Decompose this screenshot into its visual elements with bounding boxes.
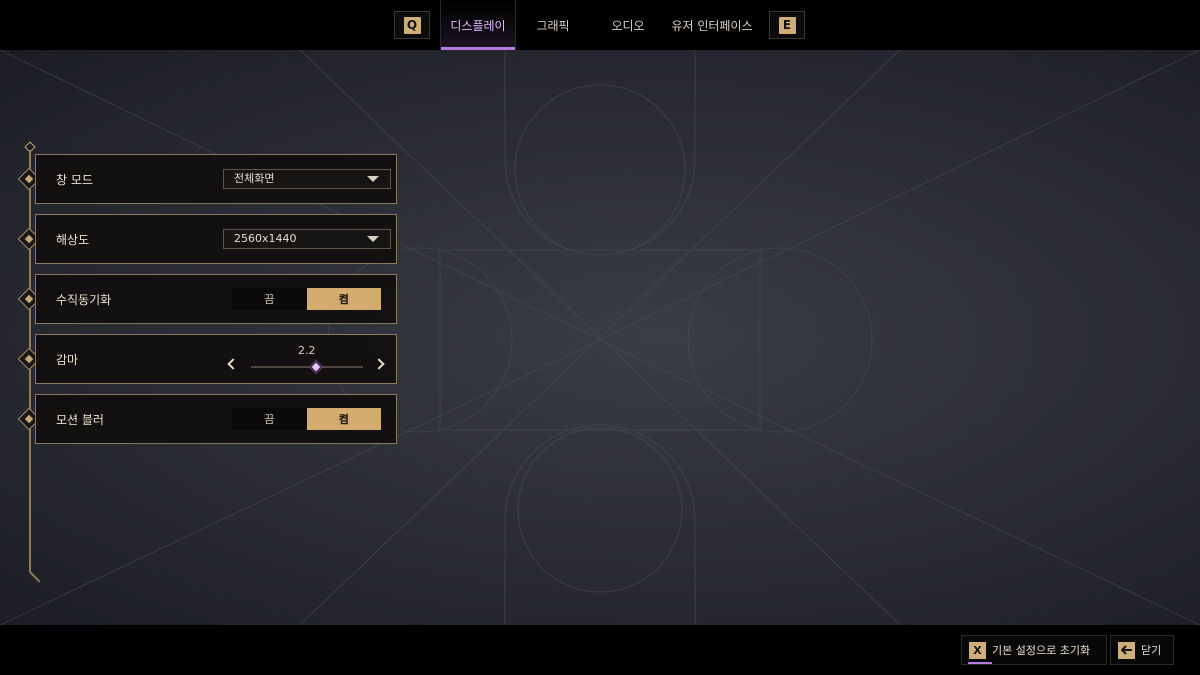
setting-label: 창 모드 bbox=[56, 173, 93, 187]
setting-row-gamma[interactable]: 감마 2.2 bbox=[35, 334, 397, 384]
gamma-value: 2.2 bbox=[298, 344, 316, 357]
next-tab-key-hint[interactable]: E bbox=[769, 11, 805, 39]
tab-display[interactable]: 디스플레이 bbox=[440, 0, 516, 50]
reset-label: 기본 설정으로 초기화 bbox=[992, 644, 1091, 657]
x-key-icon: X bbox=[969, 641, 986, 659]
setting-row-motion-blur[interactable]: 모션 블러 끔 켬 bbox=[35, 394, 397, 444]
toggle-on-option[interactable]: 켬 bbox=[306, 288, 381, 310]
dropdown-value: 전체화면 bbox=[234, 172, 275, 185]
dropdown-value: 2560x1440 bbox=[234, 232, 297, 245]
gamma-slider-track[interactable] bbox=[251, 366, 363, 368]
gamma-slider-thumb[interactable] bbox=[309, 359, 324, 375]
chevron-down-icon bbox=[367, 236, 379, 242]
toggle-on-option[interactable]: 켬 bbox=[306, 408, 381, 430]
chevron-right-icon[interactable] bbox=[373, 358, 385, 370]
tab-audio[interactable]: 오디오 bbox=[595, 0, 661, 50]
tab-label: 디스플레이 bbox=[450, 18, 506, 33]
key-underline bbox=[968, 662, 992, 664]
setting-row-vsync[interactable]: 수직동기화 끔 켬 bbox=[35, 274, 397, 324]
bottom-action-bar: X 기본 설정으로 초기화 닫기 bbox=[0, 625, 1200, 675]
setting-label: 감마 bbox=[56, 353, 79, 367]
top-nav-bar: Q 디스플레이 그래픽 오디오 유저 인터페이스 E bbox=[0, 0, 1200, 50]
vsync-toggle[interactable]: 끔 켬 bbox=[232, 288, 381, 310]
e-key-icon: E bbox=[778, 16, 796, 34]
setting-label: 모션 블러 bbox=[56, 413, 104, 427]
reset-defaults-button[interactable]: X 기본 설정으로 초기화 bbox=[961, 635, 1107, 665]
setting-row-resolution[interactable]: 해상도 2560x1440 bbox=[35, 214, 397, 264]
q-key-icon: Q bbox=[403, 16, 421, 34]
setting-label: 해상도 bbox=[56, 233, 90, 247]
chevron-down-icon bbox=[367, 176, 379, 182]
setting-row-window-mode[interactable]: 창 모드 전체화면 bbox=[35, 154, 397, 204]
arrow-left-icon bbox=[1118, 641, 1135, 659]
close-button[interactable]: 닫기 bbox=[1110, 635, 1174, 665]
close-label: 닫기 bbox=[1141, 644, 1162, 657]
resolution-dropdown[interactable]: 2560x1440 bbox=[223, 229, 391, 249]
chevron-left-icon[interactable] bbox=[227, 358, 239, 370]
toggle-off-option[interactable]: 끔 bbox=[232, 408, 307, 430]
tab-label: 유저 인터페이스 bbox=[671, 18, 753, 33]
window-mode-dropdown[interactable]: 전체화면 bbox=[223, 169, 391, 189]
tab-label: 그래픽 bbox=[536, 18, 570, 33]
prev-tab-key-hint[interactable]: Q bbox=[394, 11, 430, 39]
setting-label: 수직동기화 bbox=[56, 293, 112, 307]
tab-user-interface[interactable]: 유저 인터페이스 bbox=[668, 0, 756, 50]
tab-label: 오디오 bbox=[611, 18, 645, 33]
toggle-off-option[interactable]: 끔 bbox=[232, 288, 307, 310]
tab-graphics[interactable]: 그래픽 bbox=[519, 0, 587, 50]
motion-blur-toggle[interactable]: 끔 켬 bbox=[232, 408, 381, 430]
